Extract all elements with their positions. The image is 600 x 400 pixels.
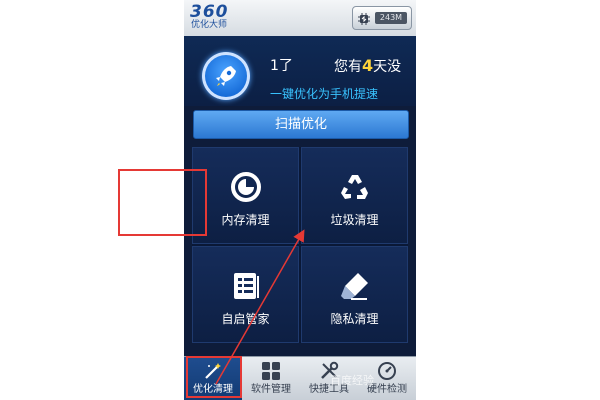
tile-label: 自启管家 bbox=[221, 312, 270, 326]
tile-label: 隐私清理 bbox=[330, 312, 379, 326]
rocket-icon bbox=[216, 66, 236, 86]
nav-software-manager[interactable]: 软件管理 bbox=[242, 357, 300, 400]
tile-autostart-manager[interactable]: 自启管家 bbox=[192, 246, 299, 343]
days-count: 4 bbox=[362, 56, 374, 75]
nav-label: 软件管理 bbox=[251, 384, 291, 395]
tile-label: 内存清理 bbox=[221, 213, 270, 227]
optimize-tab-highlight-box bbox=[186, 356, 242, 398]
phone-screen: 360 优化大师 243M 1了 您有4天没 一键优化为手机提速 扫描优化 内存… bbox=[184, 0, 416, 400]
one-key-optimize-button[interactable] bbox=[202, 52, 250, 100]
junk-clean-highlight-box bbox=[118, 169, 207, 236]
reminder-days-suffix: 天没 bbox=[373, 59, 402, 75]
reminder-days-text: 您有4天没 bbox=[334, 56, 401, 77]
hero-tagline: 一键优化为手机提速 bbox=[270, 87, 379, 101]
tile-junk-clean[interactable]: 垃圾清理 bbox=[301, 147, 408, 244]
optimize-reminder: 1了 您有4天没 bbox=[270, 56, 416, 76]
app-grid-icon bbox=[261, 361, 281, 381]
memory-status-pill[interactable]: 243M bbox=[352, 6, 412, 30]
chip-icon bbox=[357, 11, 371, 25]
tile-memory-clean[interactable]: 内存清理 bbox=[192, 147, 299, 244]
tile-label: 垃圾清理 bbox=[330, 213, 379, 227]
autostart-list-icon bbox=[229, 269, 263, 303]
tile-privacy-clean[interactable]: 隐私清理 bbox=[301, 246, 408, 343]
logo-mark: 360 bbox=[190, 2, 229, 22]
scan-optimize-button[interactable]: 扫描优化 bbox=[193, 110, 409, 139]
memory-clean-icon bbox=[229, 170, 263, 204]
app-logo: 360 优化大师 bbox=[190, 3, 250, 33]
reminder-you-have: 您有 bbox=[334, 59, 362, 75]
hardware-check-icon bbox=[377, 361, 397, 381]
app-header: 360 优化大师 243M bbox=[184, 0, 416, 37]
feature-grid: 内存清理 垃圾清理 自启管家 隐私清理 bbox=[192, 147, 408, 343]
recycle-icon bbox=[338, 170, 372, 204]
eraser-icon bbox=[338, 269, 372, 303]
watermark: 百度经验 bbox=[330, 374, 374, 387]
reminder-prefix: 1了 bbox=[270, 58, 293, 74]
logo-subtitle: 优化大师 bbox=[191, 20, 228, 30]
hero-section: 1了 您有4天没 一键优化为手机提速 bbox=[184, 36, 416, 106]
memory-usage-value: 243M bbox=[375, 12, 407, 24]
